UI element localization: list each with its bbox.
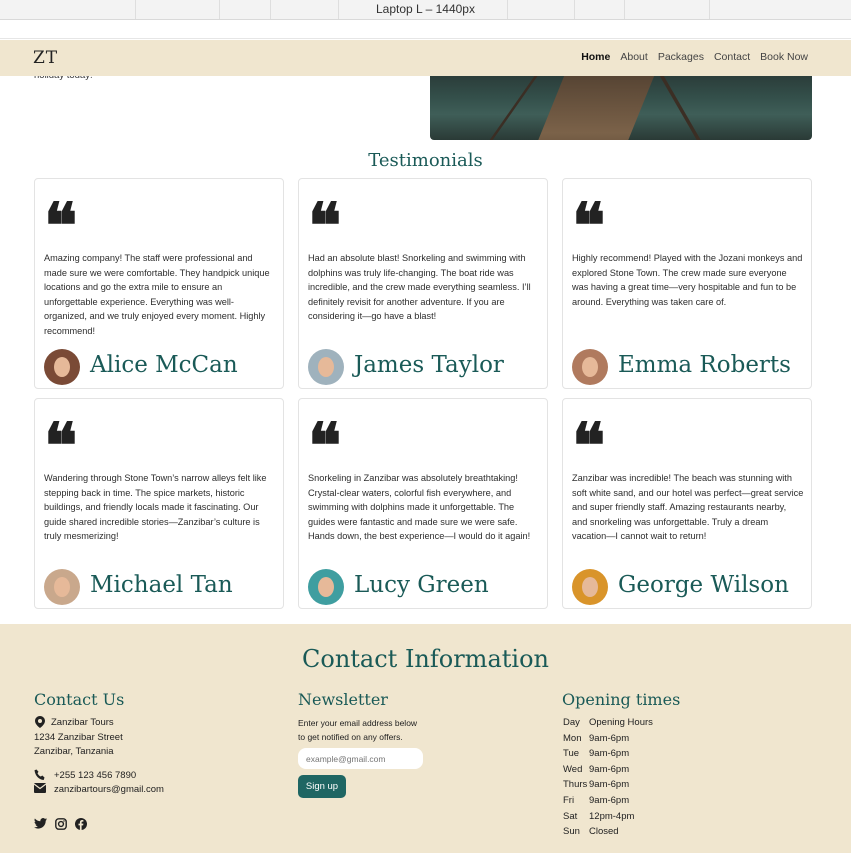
- avatar: [44, 569, 80, 605]
- hours-day: Sun: [563, 826, 580, 838]
- nav-packages[interactable]: Packages: [658, 51, 704, 63]
- nav-contact[interactable]: Contact: [714, 51, 750, 63]
- contact-us-heading: Contact Us: [34, 690, 125, 709]
- testimonial-card: ❝ Wandering through Stone Town’s narrow a…: [34, 398, 284, 609]
- newsletter-email-input[interactable]: [298, 748, 423, 769]
- footer: Contact Information Contact Us Zanzibar …: [0, 624, 851, 853]
- testimonial-card: ❝ Highly recommend! Played with the Jozan…: [562, 178, 812, 389]
- hours-row: Day Opening Hours: [563, 717, 653, 728]
- hours-time: 9am-6pm: [589, 795, 630, 806]
- reviewer-name: Lucy Green: [354, 572, 489, 598]
- site-logo[interactable]: ZT: [33, 48, 58, 68]
- testimonial-text: Had an absolute blast! Snorkeling and sw…: [308, 253, 531, 321]
- newsletter-line-1: Enter your email address below: [298, 718, 418, 728]
- testimonial-text: Snorkeling in Zanzibar was absolutely br…: [308, 473, 531, 541]
- testimonial-card: ❝ Amazing company! The staff were profess…: [34, 178, 284, 389]
- hours-row: Mon 9am-6pm: [563, 733, 629, 744]
- instagram-icon[interactable]: [55, 818, 67, 833]
- reviewer-name: Alice McCan: [90, 352, 238, 378]
- hours-day: Day: [563, 717, 580, 728]
- hours-time: 12pm-4pm: [589, 810, 635, 822]
- nav-book-now[interactable]: Book Now: [760, 51, 808, 63]
- hero-pier-image: [430, 76, 812, 140]
- envelope-icon: [33, 783, 47, 796]
- address-street: 1234 Zanzibar Street: [34, 732, 123, 743]
- hours-time: 9am-6pm: [589, 732, 630, 744]
- quote-icon: ❝: [44, 189, 77, 262]
- testimonial-text: Amazing company! The staff were professi…: [44, 253, 270, 336]
- reviewer-name: George Wilson: [618, 572, 789, 598]
- hours-day: Mon: [563, 732, 582, 744]
- quote-icon: ❝: [572, 189, 605, 262]
- testimonial-text: Wandering through Stone Town’s narrow al…: [44, 473, 267, 541]
- contact-info-title: Contact Information: [302, 645, 549, 673]
- signup-button[interactable]: Sign up: [298, 775, 346, 798]
- testimonial-card: ❝ Had an absolute blast! Snorkeling and s…: [298, 178, 548, 389]
- nav-about[interactable]: About: [620, 51, 647, 63]
- twitter-icon[interactable]: [34, 818, 47, 832]
- hours-day: Sat: [563, 810, 578, 822]
- hours-time: 9am-6pm: [589, 779, 630, 791]
- phone-icon: [33, 769, 47, 784]
- hours-time: Closed: [589, 826, 619, 838]
- devtools-viewport-ruler: Laptop L – 1440px: [0, 0, 851, 20]
- avatar: [44, 349, 80, 385]
- location-pin-icon: [33, 716, 47, 731]
- avatar: [308, 349, 344, 385]
- testimonial-text: Zanzibar was incredible! The beach was s…: [572, 473, 804, 541]
- hours-row: Sun Closed: [563, 826, 619, 837]
- newsletter-line-2: to get notified on any offers.: [298, 732, 403, 742]
- address-city: Zanzibar, Tanzania: [34, 746, 114, 757]
- hours-row: Wed 9am-6pm: [563, 764, 629, 775]
- testimonial-card: ❝ Zanzibar was incredible! The beach was …: [562, 398, 812, 609]
- avatar: [572, 349, 608, 385]
- company-name: Zanzibar Tours: [51, 717, 114, 728]
- hours-time: 9am-6pm: [589, 748, 630, 760]
- hours-day: Fri: [563, 795, 575, 806]
- hours-day: Tue: [563, 748, 580, 760]
- hours-row: Tue 9am-6pm: [563, 748, 629, 759]
- reviewer-name: James Taylor: [354, 352, 504, 378]
- reviewer-name: Emma Roberts: [618, 352, 791, 378]
- nav-home[interactable]: Home: [581, 51, 610, 63]
- hours-row: Sat 12pm-4pm: [563, 811, 634, 822]
- hours-day: Wed: [563, 763, 583, 775]
- quote-icon: ❝: [308, 189, 341, 262]
- avatar: [308, 569, 344, 605]
- testimonials-title: Testimonials: [368, 150, 483, 171]
- hours-time: 9am-6pm: [589, 763, 630, 775]
- opening-times-heading: Opening times: [562, 690, 681, 709]
- testimonial-text: Highly recommend! Played with the Jozani…: [572, 253, 803, 307]
- nav-links: Home About Packages Contact Book Now: [581, 51, 808, 63]
- facebook-icon[interactable]: [75, 818, 87, 833]
- phone-number[interactable]: +255 123 456 7890: [54, 769, 136, 784]
- testimonial-card: ❝ Snorkeling in Zanzibar was absolutely b…: [298, 398, 548, 609]
- email-address[interactable]: zanzibartours@gmail.com: [54, 783, 164, 798]
- hours-row: Fri 9am-6pm: [563, 795, 629, 806]
- reviewer-name: Michael Tan: [90, 572, 233, 598]
- viewport-label[interactable]: Laptop L – 1440px: [0, 2, 851, 16]
- hours-day: Thurs: [563, 779, 588, 791]
- hours-row: Thurs 9am-6pm: [563, 779, 629, 790]
- quote-icon: ❝: [572, 409, 605, 482]
- newsletter-heading: Newsletter: [298, 690, 388, 709]
- navbar: ZT Home About Packages Contact Book Now: [0, 40, 851, 76]
- hours-time: Opening Hours: [589, 717, 653, 728]
- quote-icon: ❝: [308, 409, 341, 482]
- avatar: [572, 569, 608, 605]
- quote-icon: ❝: [44, 409, 77, 482]
